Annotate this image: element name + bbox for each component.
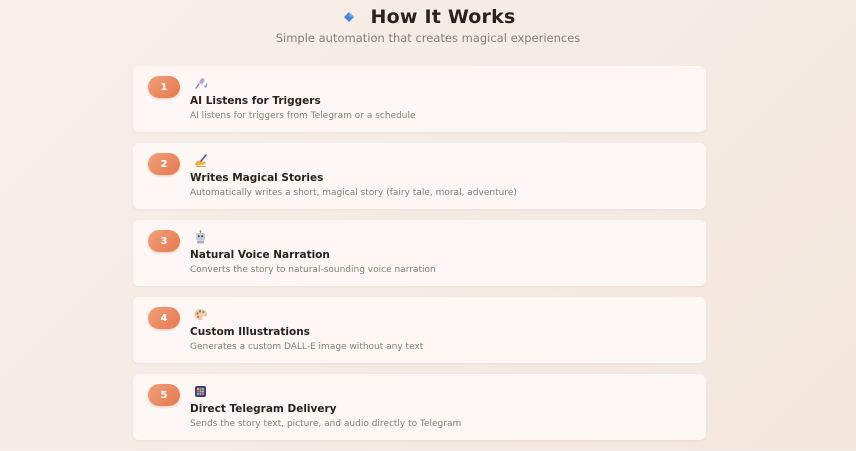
step-title: AI Listens for Triggers	[190, 95, 321, 107]
step-number-badge: 4	[148, 307, 180, 329]
step-description: Generates a custom DALL-E image without …	[190, 342, 424, 352]
step-title: Writes Magical Stories	[190, 172, 324, 184]
step-number-badge: 5	[148, 384, 180, 406]
writing-hand-icon	[193, 153, 208, 168]
page-title: How It Works	[370, 6, 516, 28]
step-card-1: 1 AI Listens for Triggers AI listens for…	[133, 66, 706, 132]
step-number-badge: 3	[148, 230, 180, 252]
robot-icon	[193, 230, 208, 245]
artist-palette-icon	[193, 307, 208, 322]
step-description: Automatically writes a short, magical st…	[190, 188, 517, 198]
step-number-badge: 1	[148, 76, 180, 98]
title-row: How It Works	[0, 4, 856, 30]
page-subtitle: Simple automation that creates magical e…	[275, 31, 581, 45]
steps-list: 1 AI Listens for Triggers AI listens for…	[133, 66, 706, 451]
step-card-4: 4 Custom Illustrations Generates a custo…	[133, 297, 706, 363]
step-card-5: 5 Direct Telegram Delivery Sends the sto…	[133, 374, 706, 440]
step-card-2: 2 Writes Magical Stories Automatically w…	[133, 143, 706, 209]
microphone-music-icon	[193, 76, 208, 91]
step-card-3: 3 Natural Voice Narration Converts the s…	[133, 220, 706, 286]
step-description: Converts the story to natural-sounding v…	[190, 265, 436, 275]
step-title: Natural Voice Narration	[190, 249, 330, 261]
step-title: Custom Illustrations	[190, 326, 310, 338]
step-description: AI listens for triggers from Telegram or…	[190, 111, 416, 121]
step-number-badge: 2	[148, 153, 180, 175]
step-title: Direct Telegram Delivery	[190, 403, 337, 415]
grid-app-icon	[193, 384, 208, 399]
step-description: Sends the story text, picture, and audio…	[190, 419, 462, 429]
blue-diamond-icon	[341, 9, 357, 25]
